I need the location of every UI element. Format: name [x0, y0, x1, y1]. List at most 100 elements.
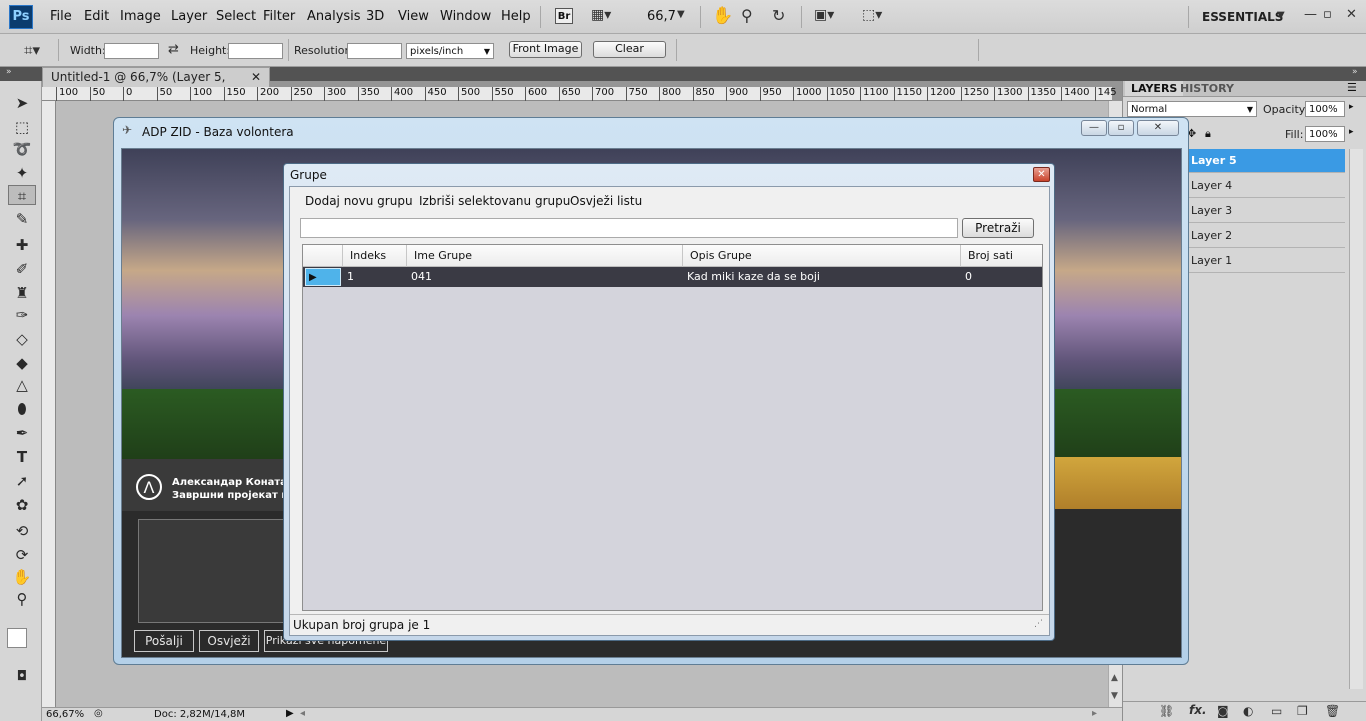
- search-button[interactable]: Pretraži: [962, 218, 1034, 238]
- message-box[interactable]: [138, 519, 298, 623]
- minimize-icon[interactable]: —: [1304, 7, 1317, 22]
- grupe-close-button[interactable]: ✕: [1033, 167, 1050, 182]
- menu-izbrisi-grupu[interactable]: Izbriši selektovanu grupu: [419, 194, 570, 208]
- clone-stamp-tool-icon[interactable]: ♜: [8, 283, 36, 303]
- resize-grip-icon[interactable]: ⋰: [1034, 619, 1043, 629]
- quick-mask-icon[interactable]: ◘: [8, 667, 36, 687]
- osvjezi-button[interactable]: Osvježi: [199, 630, 259, 652]
- healing-brush-tool-icon[interactable]: ✚: [8, 235, 36, 255]
- layer-item[interactable]: Layer 5: [1185, 149, 1345, 173]
- layer-item[interactable]: Layer 4: [1185, 174, 1345, 198]
- layer-mask-icon[interactable]: ◙: [1217, 704, 1229, 718]
- resolution-units-select[interactable]: pixels/inch ▼: [406, 43, 494, 59]
- status-zoom[interactable]: 66,67%: [46, 709, 84, 720]
- blur-tool-icon[interactable]: △: [8, 375, 36, 395]
- delete-layer-icon[interactable]: 🗑︎: [1325, 704, 1340, 718]
- workspace-switcher[interactable]: ESSENTIALS: [1202, 10, 1283, 24]
- menu-layer[interactable]: Layer: [171, 9, 207, 24]
- status-menu-arrow-icon[interactable]: ▶: [286, 708, 294, 719]
- row-selector[interactable]: ▶: [305, 268, 341, 286]
- width-field[interactable]: [104, 43, 159, 59]
- minimize-button[interactable]: —: [1081, 120, 1107, 136]
- crop-tool-preset-icon[interactable]: ⌗▾: [24, 41, 40, 59]
- menu-dodaj-grupu[interactable]: Dodaj novu grupu: [305, 194, 413, 208]
- brush-tool-icon[interactable]: ✐: [8, 259, 36, 279]
- column-header-opis-grupe[interactable]: Opis Grupe: [683, 245, 961, 267]
- expand-panels-icon[interactable]: »: [6, 67, 12, 77]
- menu-filter[interactable]: Filter: [263, 9, 295, 24]
- fill-slider-icon[interactable]: ▸: [1349, 127, 1354, 137]
- dodge-tool-icon[interactable]: ⬮: [8, 399, 36, 419]
- close-tab-icon[interactable]: ✕: [251, 68, 261, 87]
- menu-3d[interactable]: 3D: [366, 9, 384, 24]
- menu-view[interactable]: View: [398, 9, 429, 24]
- move-tool-icon[interactable]: ➤: [8, 93, 36, 113]
- path-selection-tool-icon[interactable]: ➚: [8, 471, 36, 491]
- workspace-dropdown-icon[interactable]: ▼: [1277, 10, 1285, 21]
- restore-icon[interactable]: ▫: [1323, 7, 1332, 22]
- menu-help[interactable]: Help: [501, 9, 531, 24]
- history-brush-tool-icon[interactable]: ✑: [8, 305, 36, 325]
- crop-tool-icon[interactable]: ⌗: [8, 185, 36, 205]
- collapse-panels-icon[interactable]: »: [1352, 67, 1358, 77]
- opacity-field[interactable]: 100%: [1305, 101, 1345, 117]
- 3d-orbit-tool-icon[interactable]: ⟳: [8, 545, 36, 565]
- type-tool-icon[interactable]: T: [8, 447, 36, 467]
- column-header-broj-sati[interactable]: Broj sati: [961, 245, 1042, 267]
- menu-window[interactable]: Window: [440, 9, 491, 24]
- eraser-tool-icon[interactable]: ◇: [8, 329, 36, 349]
- zoom-dropdown-icon[interactable]: ▼: [677, 9, 685, 20]
- panel-menu-icon[interactable]: ☰: [1347, 81, 1357, 94]
- menu-analysis[interactable]: Analysis: [307, 9, 361, 24]
- bridge-button[interactable]: Br: [555, 8, 573, 24]
- zoom-level-display[interactable]: 66,7: [647, 9, 676, 24]
- arrange-documents-icon[interactable]: ▣▾: [814, 7, 834, 23]
- maximize-button[interactable]: ▫: [1108, 120, 1134, 136]
- close-icon[interactable]: ✕: [1346, 7, 1357, 22]
- blend-mode-select[interactable]: Normal ▼: [1127, 101, 1257, 117]
- resolution-field[interactable]: [347, 43, 402, 59]
- foreground-color-swatch[interactable]: [7, 628, 27, 648]
- menu-file[interactable]: File: [50, 9, 72, 24]
- layer-item[interactable]: Layer 1: [1185, 249, 1345, 273]
- swap-dimensions-icon[interactable]: ⇄: [168, 42, 179, 57]
- new-group-icon[interactable]: ▭: [1271, 704, 1282, 718]
- scroll-up-icon[interactable]: ▲: [1111, 673, 1118, 683]
- cell-ime-grupe[interactable]: 041: [407, 267, 683, 287]
- cell-opis-grupe[interactable]: Kad miki kaze da se boji: [683, 267, 961, 287]
- layer-item[interactable]: Layer 2: [1185, 224, 1345, 248]
- 3d-rotate-tool-icon[interactable]: ⟲: [8, 521, 36, 541]
- layer-item[interactable]: Layer 3: [1185, 199, 1345, 223]
- hand-tool-icon[interactable]: ✋: [712, 6, 733, 26]
- menu-image[interactable]: Image: [120, 9, 161, 24]
- fill-field[interactable]: 100%: [1305, 126, 1345, 142]
- opacity-slider-icon[interactable]: ▸: [1349, 102, 1354, 112]
- view-extras-icon[interactable]: ▦▾: [591, 7, 611, 23]
- screen-mode-icon[interactable]: ⬚▾: [862, 7, 882, 23]
- height-field[interactable]: [228, 43, 283, 59]
- layer-style-icon[interactable]: fx.: [1189, 703, 1207, 717]
- clear-button[interactable]: Clear: [593, 41, 666, 58]
- link-layers-icon[interactable]: ⛓: [1159, 704, 1174, 718]
- scroll-left-icon[interactable]: ◂: [300, 708, 305, 719]
- posalji-button[interactable]: Pošalji: [134, 630, 194, 652]
- photoshop-logo-icon[interactable]: Ps: [9, 5, 33, 29]
- scroll-down-icon[interactable]: ▼: [1111, 691, 1118, 701]
- magic-wand-tool-icon[interactable]: ✦: [8, 163, 36, 183]
- paint-bucket-tool-icon[interactable]: ◆: [8, 353, 36, 373]
- layers-scrollbar[interactable]: [1349, 149, 1363, 689]
- groups-grid[interactable]: Indeks Ime Grupe Opis Grupe Broj sati ▶ …: [302, 244, 1043, 611]
- tab-history[interactable]: HISTORY: [1174, 81, 1240, 96]
- menu-edit[interactable]: Edit: [84, 9, 109, 24]
- rotate-view-icon[interactable]: ↻: [772, 6, 785, 25]
- column-header-indeks[interactable]: Indeks: [343, 245, 407, 267]
- zoom-tool-icon[interactable]: ⚲: [741, 6, 753, 25]
- hand-tool-icon[interactable]: ✋: [8, 567, 36, 587]
- new-layer-icon[interactable]: ❐: [1297, 704, 1308, 718]
- search-input[interactable]: [300, 218, 958, 238]
- close-button[interactable]: ✕: [1137, 120, 1179, 136]
- column-header-ime-grupe[interactable]: Ime Grupe: [407, 245, 683, 267]
- front-image-button[interactable]: Front Image: [509, 41, 582, 58]
- document-tab[interactable]: Untitled-1 @ 66,7% (Layer 5, RGB/8) * ✕: [42, 67, 270, 103]
- lasso-tool-icon[interactable]: ➰: [8, 139, 36, 159]
